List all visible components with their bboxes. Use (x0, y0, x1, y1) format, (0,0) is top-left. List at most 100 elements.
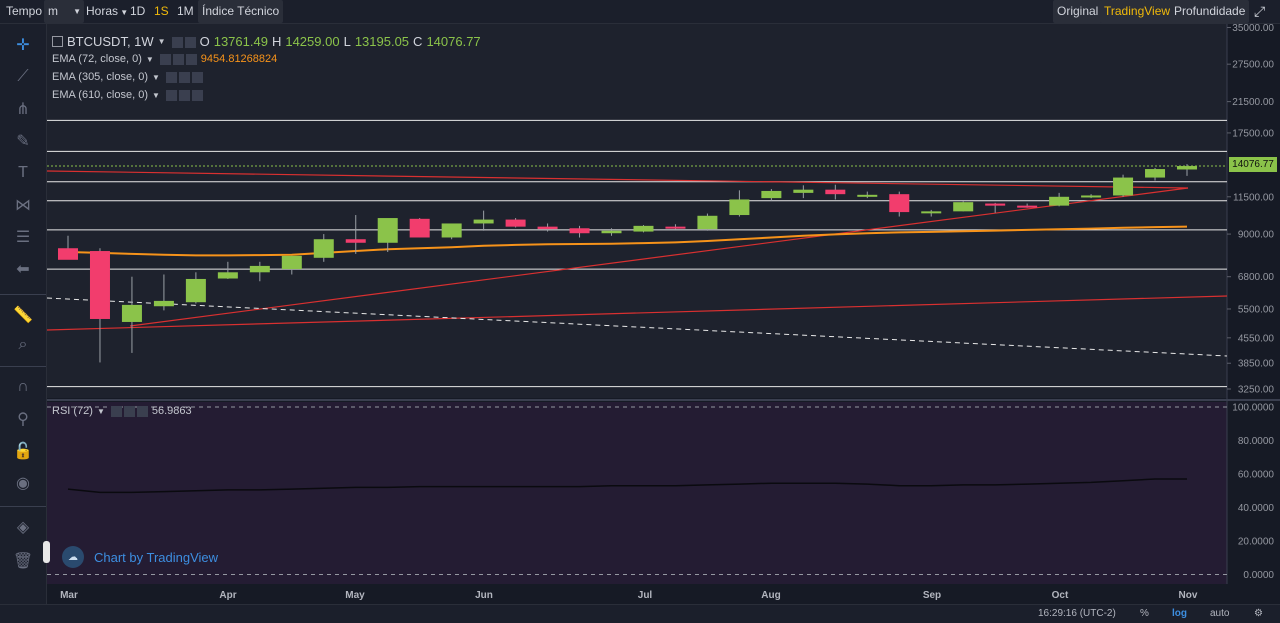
candle-body (761, 190, 782, 199)
close-icon[interactable] (185, 53, 197, 65)
close-icon[interactable] (191, 89, 203, 101)
time-tick-label: May (345, 590, 365, 601)
close-label: C (413, 34, 423, 49)
ema3-label[interactable]: EMA (610, close, 0) (52, 89, 148, 101)
percent-toggle[interactable]: % (1140, 605, 1149, 623)
legend-buttons[interactable] (109, 405, 148, 417)
ema2-label[interactable]: EMA (305, close, 0) (52, 71, 148, 83)
chevron-down-icon[interactable]: ▼ (146, 55, 154, 64)
watermark-text[interactable]: Chart by TradingView (94, 550, 218, 565)
price-tick-label: 11500.00 (1233, 192, 1274, 203)
candle-body (985, 203, 1006, 206)
low-label: L (343, 34, 351, 49)
chevron-down-icon[interactable]: ▼ (158, 37, 166, 46)
candle-body (921, 211, 942, 214)
time-tick-label: Sep (923, 590, 941, 601)
open-value: 13761.49 (213, 34, 268, 49)
candle-body (953, 202, 974, 212)
candle-body (537, 226, 558, 230)
log-toggle[interactable]: log (1172, 605, 1187, 623)
candle-body (569, 228, 590, 234)
settings-icon[interactable] (110, 405, 122, 417)
hide-icon[interactable] (123, 405, 135, 417)
candle-body (281, 255, 302, 270)
chevron-down-icon[interactable]: ▼ (152, 73, 160, 82)
candle-body (1177, 166, 1197, 170)
time-tick-label: Oct (1052, 590, 1069, 601)
ema3-legend: EMA (610, close, 0) ▼ (52, 89, 203, 101)
legend-buttons[interactable] (164, 71, 203, 83)
chevron-down-icon[interactable]: ▼ (152, 91, 160, 100)
candle-body (633, 225, 654, 232)
collapse-icon[interactable] (52, 36, 63, 47)
price-tick-label: 21500.00 (1232, 97, 1274, 108)
symbol-legend: BTCUSDT, 1W ▼ O 13761.49 H 14259.00 L 13195… (52, 34, 481, 49)
rsi-label[interactable]: RSI (72) (52, 405, 93, 417)
main-pane-bg (47, 24, 1227, 398)
hide-icon[interactable] (178, 89, 190, 101)
settings-icon[interactable] (159, 53, 171, 65)
hide-icon[interactable] (178, 71, 190, 83)
candle-body (793, 189, 814, 193)
candle-body (1081, 195, 1102, 198)
rsi-tick-label: 80.0000 (1238, 436, 1275, 447)
candle-body (409, 218, 430, 238)
ema1-legend: EMA (72, close, 0) ▼ 9454.81268824 (52, 53, 277, 65)
settings-icon[interactable] (171, 37, 183, 49)
candle-body (249, 265, 270, 273)
candle-body (121, 304, 142, 322)
legend-buttons[interactable] (158, 53, 197, 65)
auto-toggle[interactable]: auto (1210, 605, 1229, 623)
candle-body (185, 278, 206, 303)
candle-body (441, 223, 462, 238)
candle-body (505, 219, 526, 227)
price-tick-label: 6800.00 (1238, 272, 1275, 283)
candle-body (313, 239, 334, 258)
candle-body (153, 300, 174, 307)
gear-icon[interactable]: ⚙ (1254, 605, 1263, 623)
bottom-bar: 16:29:16 (UTC-2) % log auto ⚙ (0, 604, 1280, 623)
candle-body (1049, 196, 1070, 206)
candle-body (665, 226, 686, 229)
last-price-tag: 14076.77 (1229, 157, 1277, 172)
settings-icon[interactable] (165, 71, 177, 83)
time-tick-label: Apr (219, 590, 236, 601)
candle-body (1145, 169, 1166, 178)
time-tick-label: Jul (638, 590, 653, 601)
candle-body (1113, 177, 1134, 196)
candle-body (601, 230, 622, 234)
rsi-tick-label: 0.0000 (1243, 570, 1274, 581)
ema2-legend: EMA (305, close, 0) ▼ (52, 71, 203, 83)
legend-buttons[interactable] (170, 34, 196, 49)
hide-icon[interactable] (184, 37, 196, 49)
candle-body (58, 248, 78, 260)
rsi-tick-label: 20.0000 (1238, 537, 1275, 548)
chevron-down-icon[interactable]: ▼ (97, 407, 105, 416)
candle-body (89, 251, 110, 319)
close-icon[interactable] (136, 405, 148, 417)
time-tick-label: Nov (1179, 590, 1198, 601)
time-tick-label: Aug (761, 590, 780, 601)
ema1-value: 9454.81268824 (200, 53, 278, 65)
rsi-pane-bg (47, 402, 1227, 584)
ema1-label[interactable]: EMA (72, close, 0) (52, 53, 142, 65)
close-icon[interactable] (191, 71, 203, 83)
settings-icon[interactable] (165, 89, 177, 101)
pane-resize-handle[interactable] (43, 541, 50, 563)
clock-time: 16:29:16 (UTC-2) (1038, 608, 1116, 619)
price-tick-label: 27500.00 (1232, 60, 1274, 71)
price-tick-label: 3850.00 (1238, 359, 1275, 370)
legend-buttons[interactable] (164, 89, 203, 101)
price-tick-label: 35000.00 (1232, 23, 1274, 34)
candle-body (345, 239, 366, 243)
candle-body (217, 272, 238, 279)
rsi-tick-label: 100.0000 (1232, 403, 1274, 414)
hide-icon[interactable] (172, 53, 184, 65)
rsi-tick-label: 40.0000 (1238, 503, 1275, 514)
symbol-name[interactable]: BTCUSDT, 1W (67, 34, 154, 49)
high-label: H (271, 34, 282, 49)
candle-body (473, 219, 494, 224)
tradingview-watermark[interactable]: ☁ Chart by TradingView (62, 545, 218, 569)
open-label: O (199, 34, 210, 49)
price-tick-label: 9000.00 (1238, 230, 1275, 241)
